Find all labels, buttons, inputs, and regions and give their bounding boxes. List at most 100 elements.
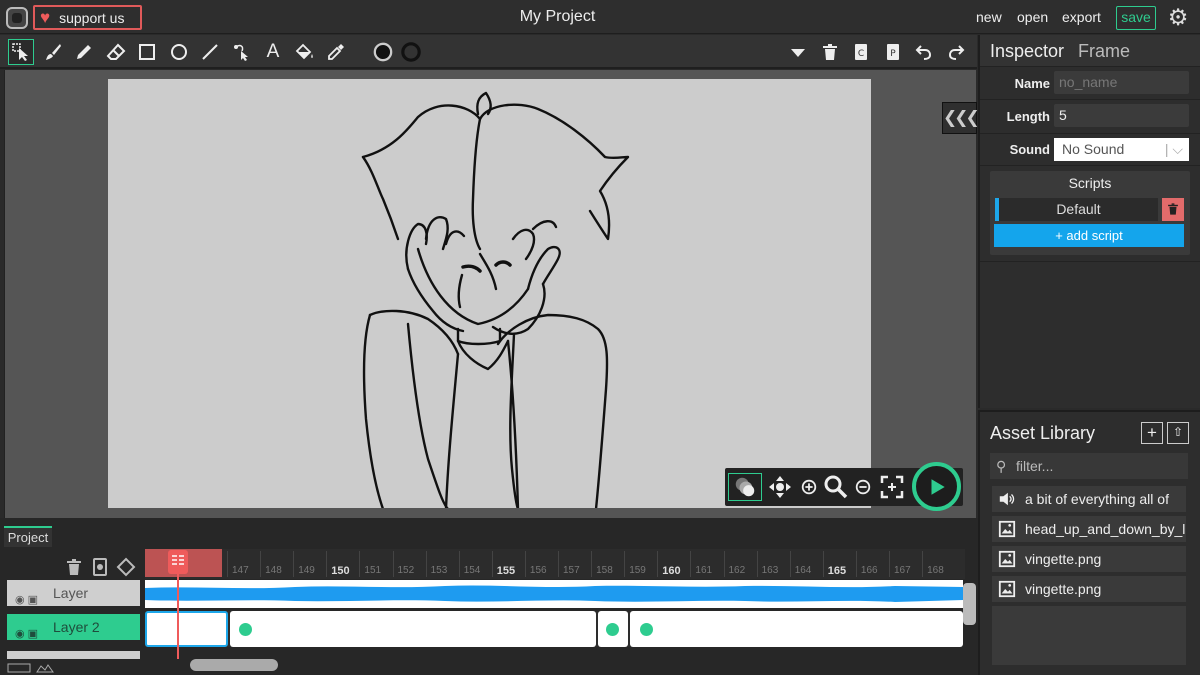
frame-number: 157 <box>563 565 580 576</box>
asset-item[interactable]: a bit of everything all of <box>992 486 1186 512</box>
copy-icon[interactable]: C <box>848 39 874 65</box>
zoom-in-icon[interactable] <box>798 473 820 501</box>
frame-tick <box>756 551 758 577</box>
frame-tick <box>657 551 659 577</box>
zoom-icon[interactable] <box>821 473 851 501</box>
gear-icon[interactable]: ⚙ <box>1166 5 1190 29</box>
keyframe-span[interactable] <box>598 611 628 647</box>
frame-tick <box>789 551 791 577</box>
text-icon[interactable]: A <box>260 39 286 65</box>
save-button[interactable]: save <box>1116 6 1156 30</box>
redo-icon[interactable] <box>943 39 969 65</box>
length-field[interactable]: 5 <box>1054 104 1189 127</box>
support-us-button[interactable]: ♥ support us <box>33 5 142 30</box>
heart-icon: ♥ <box>40 8 51 27</box>
eye-icon[interactable]: ◉ ▣ <box>15 587 38 613</box>
timeline-horizontal-scrollbar[interactable] <box>190 659 278 671</box>
rectangle-icon[interactable] <box>134 39 160 65</box>
asset-item[interactable]: vingette.png <box>992 546 1186 572</box>
delete-layer-icon[interactable] <box>64 557 84 577</box>
timeline-vertical-scrollbar[interactable] <box>963 583 976 625</box>
keyframe-span[interactable] <box>230 611 596 647</box>
add-asset-icon[interactable]: + <box>1141 422 1163 444</box>
scripts-section: Scripts Default + add script <box>990 171 1190 255</box>
add-frame-icon[interactable] <box>90 557 110 577</box>
ellipse-icon[interactable] <box>166 39 192 65</box>
keyframe-span[interactable] <box>630 611 963 647</box>
asset-item-name: a bit of everything all of <box>1025 491 1169 507</box>
layer-row-partial[interactable] <box>7 651 140 659</box>
asset-filter-input[interactable]: ⚲ filter... <box>990 453 1188 479</box>
delete-icon[interactable] <box>817 39 843 65</box>
layer-options-icon[interactable] <box>7 663 57 673</box>
asset-library-panel: Asset Library + ⇧ ⚲ filter... a bit of e… <box>978 410 1200 675</box>
undo-icon[interactable] <box>911 39 937 65</box>
play-icon <box>931 478 945 495</box>
sound-select-value: No Sound <box>1062 141 1125 157</box>
dropdown-icon[interactable] <box>785 39 811 65</box>
collapse-panel-button[interactable]: ❮❮❮ <box>942 102 980 134</box>
zoom-out-icon[interactable] <box>852 473 874 501</box>
export-asset-icon[interactable]: ⇧ <box>1167 422 1189 444</box>
brush-icon[interactable] <box>40 39 66 65</box>
frame-tick <box>690 551 692 577</box>
eyedropper-icon[interactable] <box>323 39 349 65</box>
frame-number: 151 <box>364 565 382 576</box>
asset-list-empty-area <box>992 606 1186 665</box>
svg-text:C: C <box>858 49 864 59</box>
add-tween-icon[interactable] <box>116 557 136 577</box>
onion-skin-icon[interactable] <box>728 473 762 501</box>
tab-project[interactable]: Project <box>4 526 52 547</box>
asset-item[interactable]: vingette.png <box>992 576 1186 602</box>
menu-open[interactable]: open <box>1017 9 1048 25</box>
frame-ruler[interactable]: 147 148 149 150 151 152 153 154 155 156 157 158 159 1… <box>145 549 965 579</box>
frame-tick <box>591 551 593 577</box>
line-icon[interactable] <box>197 39 223 65</box>
paste-icon[interactable]: P <box>880 39 906 65</box>
stroke-color-swatch[interactable] <box>398 39 424 65</box>
drawing-canvas[interactable] <box>108 79 871 508</box>
frame-number: 148 <box>265 565 282 576</box>
asset-item[interactable]: head_up_and_down_by_l <box>992 516 1186 542</box>
sound-select[interactable]: No Sound | ⌵ <box>1054 138 1189 161</box>
select-icon[interactable] <box>8 39 34 65</box>
project-title[interactable]: My Project <box>470 8 645 26</box>
frame-tick <box>260 551 262 577</box>
keyframe-selected[interactable] <box>145 611 228 647</box>
pan-icon[interactable] <box>765 473 795 501</box>
fit-to-screen-icon[interactable] <box>877 473 907 501</box>
layer-row-layer[interactable]: ◉ ▣ Layer <box>7 580 140 606</box>
frame-tick <box>392 551 394 577</box>
inspector-header: Inspector Frame <box>980 35 1200 67</box>
frame-number: 164 <box>794 565 812 576</box>
frame-number: 149 <box>298 565 315 576</box>
menu-new[interactable]: new <box>976 9 1002 25</box>
delete-script-icon[interactable] <box>1162 198 1184 221</box>
timeline-panel: Project 147 148 149 150 151 152 153 154 155 156 15… <box>0 518 978 675</box>
name-field[interactable]: no_name <box>1054 71 1189 94</box>
pencil-icon[interactable] <box>71 39 97 65</box>
eraser-icon[interactable] <box>103 39 129 65</box>
keyframe-dot <box>239 623 252 636</box>
path-edit-icon[interactable] <box>229 39 255 65</box>
app-logo-icon[interactable] <box>6 7 28 29</box>
frame-tick <box>558 551 559 577</box>
frame-number: 160 <box>662 565 681 577</box>
layer-row-layer-2[interactable]: ◉ ▣ Layer 2 <box>7 614 140 640</box>
layer-track[interactable] <box>145 580 963 608</box>
layer-2-track[interactable] <box>145 611 963 647</box>
play-button[interactable] <box>912 462 961 511</box>
frame-number: 167 <box>894 565 911 576</box>
eye-icon[interactable]: ◉ ▣ <box>15 621 38 647</box>
sound-label: Sound <box>1009 142 1050 157</box>
add-script-button[interactable]: + add script <box>994 224 1184 247</box>
frame-number: 162 <box>728 565 746 576</box>
scripts-title: Scripts <box>1068 175 1112 191</box>
script-default-item[interactable]: Default <box>995 198 1158 221</box>
fill-color-swatch[interactable] <box>370 39 396 65</box>
menu-export[interactable]: export <box>1062 9 1101 25</box>
playhead-line <box>177 553 179 659</box>
keyframe-dot <box>640 623 653 636</box>
frame-tick <box>359 551 361 577</box>
fill-bucket-icon[interactable] <box>292 39 318 65</box>
